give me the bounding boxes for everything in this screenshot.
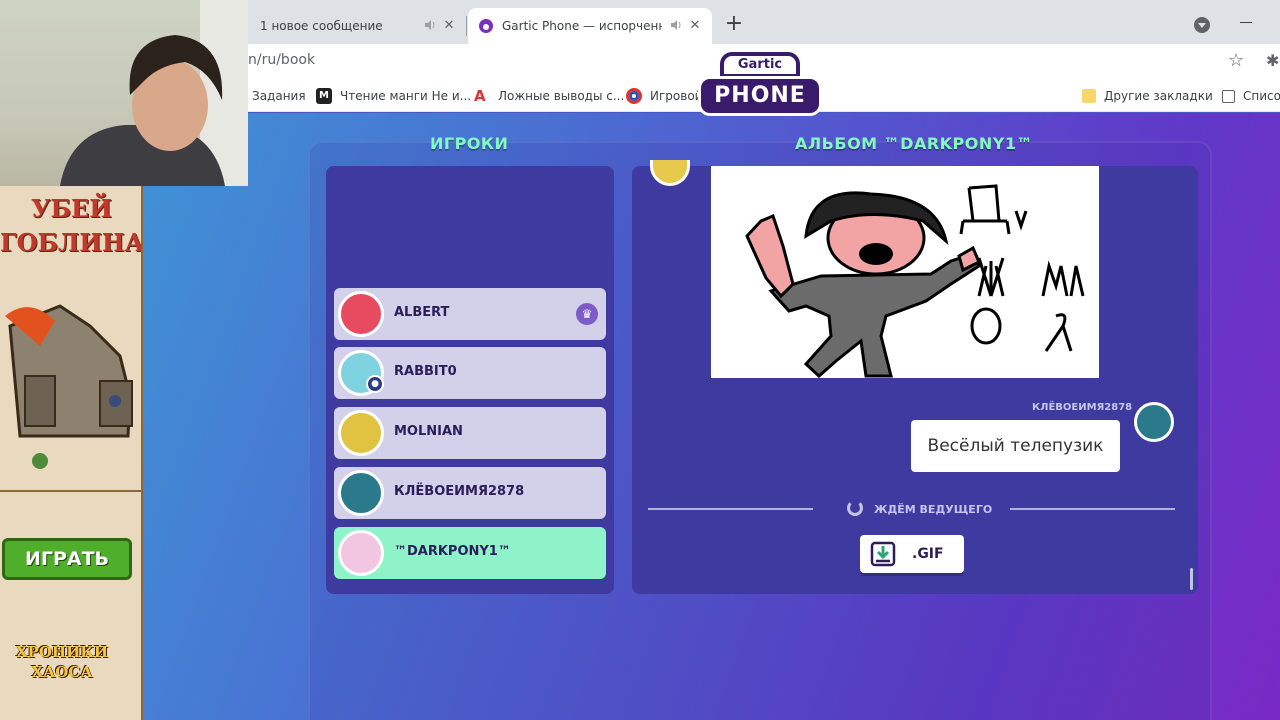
shop-favicon-icon [626,88,642,104]
player-name: КЛЁВОЕИМЯ2878 [394,484,525,499]
home-label: ГЛАВНАЯ [353,58,419,72]
player-name: ALBERT [394,305,450,320]
player-row-molnian: MOLNIAN [334,407,606,459]
browser-tab-gartic[interactable]: Gartic Phone — испорченн ✕ [468,8,712,44]
avatar [338,470,384,516]
avatar [338,291,384,337]
ad-logo: ХРОНИКИ ХАОСА [15,643,109,681]
player-row-darkpony: ™DARKPONY1™ [334,527,606,579]
folder-icon [1082,89,1096,103]
tab-divider [466,16,467,36]
manga-favicon-icon: M [316,88,332,104]
gartic-phone-logo: Gartic PHONE [698,46,822,122]
gif-label: .GIF [912,546,944,562]
reading-list[interactable]: Списо [1222,80,1280,112]
webcam-overlay [0,0,248,186]
waiting-status: ЖДЁМ ВЕДУЩЕГО [874,503,993,516]
address-bar[interactable]: n/ru/book [248,52,315,68]
extensions-icon[interactable]: ✱ [1266,51,1279,70]
crown-icon: ♛ [576,303,598,325]
tab-search-icon[interactable] [1194,17,1210,33]
speaker-icon [425,20,435,30]
bookmark-label: Чтение манги Не и... [340,89,472,103]
player-row-klevoeimya: КЛЁВОЕИМЯ2878 [334,467,606,519]
bookmark-label: Ложные выводы с... [498,89,625,103]
streamer-camera [60,0,248,186]
user-icon: ● [366,375,384,393]
loading-spinner-icon [847,500,863,516]
minimize-icon[interactable] [1240,22,1252,23]
player-row-rabbit0: ● RABBIT0 [334,347,606,399]
list-icon [1222,89,1235,103]
album-title: АЛЬБОМ ™DARKPONY1™ [795,134,1033,153]
avatar [338,530,384,576]
avatar [338,410,384,456]
tab-title: 1 новое сообщение [260,19,383,33]
home-icon: ⌂ [338,57,348,73]
home-button[interactable]: ⌂ ГЛАВНАЯ [328,46,429,84]
album-scrollbar[interactable] [1190,568,1193,590]
bookmark-item[interactable]: Задания [252,80,306,112]
download-gif-button[interactable]: .GIF [860,535,964,573]
guess-message: Весёлый телепузик [911,420,1120,472]
bookmark-item[interactable]: M Чтение манги Не и... [316,80,471,112]
side-advertisement[interactable]: УБЕЙ ГОБЛИНА! ИГРАТЬ ХРОНИКИ ХАОСА [0,186,143,720]
bookmark-label: Задания [252,89,306,103]
bookmark-item[interactable]: A Ложные выводы с... [474,80,624,112]
ad-play-button[interactable]: ИГРАТЬ [2,538,132,580]
tab-title: Gartic Phone — испорченн [502,19,662,33]
speaker-icon [671,20,681,30]
bookmark-star-icon[interactable]: ☆ [1228,50,1244,71]
divider [648,508,813,510]
bookmark-label: Списо [1243,89,1280,103]
browser-tab-messages[interactable]: 1 новое сообщение ✕ [248,8,466,44]
player-name: ™DARKPONY1™ [394,544,511,559]
player-name: RABBIT0 [394,364,457,379]
new-tab-button[interactable]: + [722,13,746,37]
close-icon[interactable]: ✕ [686,17,704,35]
ad-game-illustration [0,304,141,492]
sound-icon[interactable] [1166,50,1200,78]
close-icon[interactable]: ✕ [440,17,458,35]
avatar [1134,402,1174,442]
divider [1010,508,1175,510]
letter-a-favicon-icon: A [474,87,486,105]
player-drawing [711,166,1099,378]
player-row-albert: ALBERT ♛ [334,288,606,340]
bookmark-label: Другие закладки [1104,89,1213,103]
bookmark-folder-other[interactable]: Другие закладки [1082,80,1213,112]
download-icon [870,541,896,567]
players-title: ИГРОКИ [430,134,509,153]
phone-favicon-icon [479,19,493,33]
ad-title: УБЕЙ ГОБЛИНА! [0,194,143,257]
message-author: КЛЁВОЕИМЯ2878 [1032,402,1133,413]
logo-top-text: Gartic [720,52,800,78]
logo-main-text: PHONE [698,76,822,116]
player-name: MOLNIAN [394,424,463,439]
